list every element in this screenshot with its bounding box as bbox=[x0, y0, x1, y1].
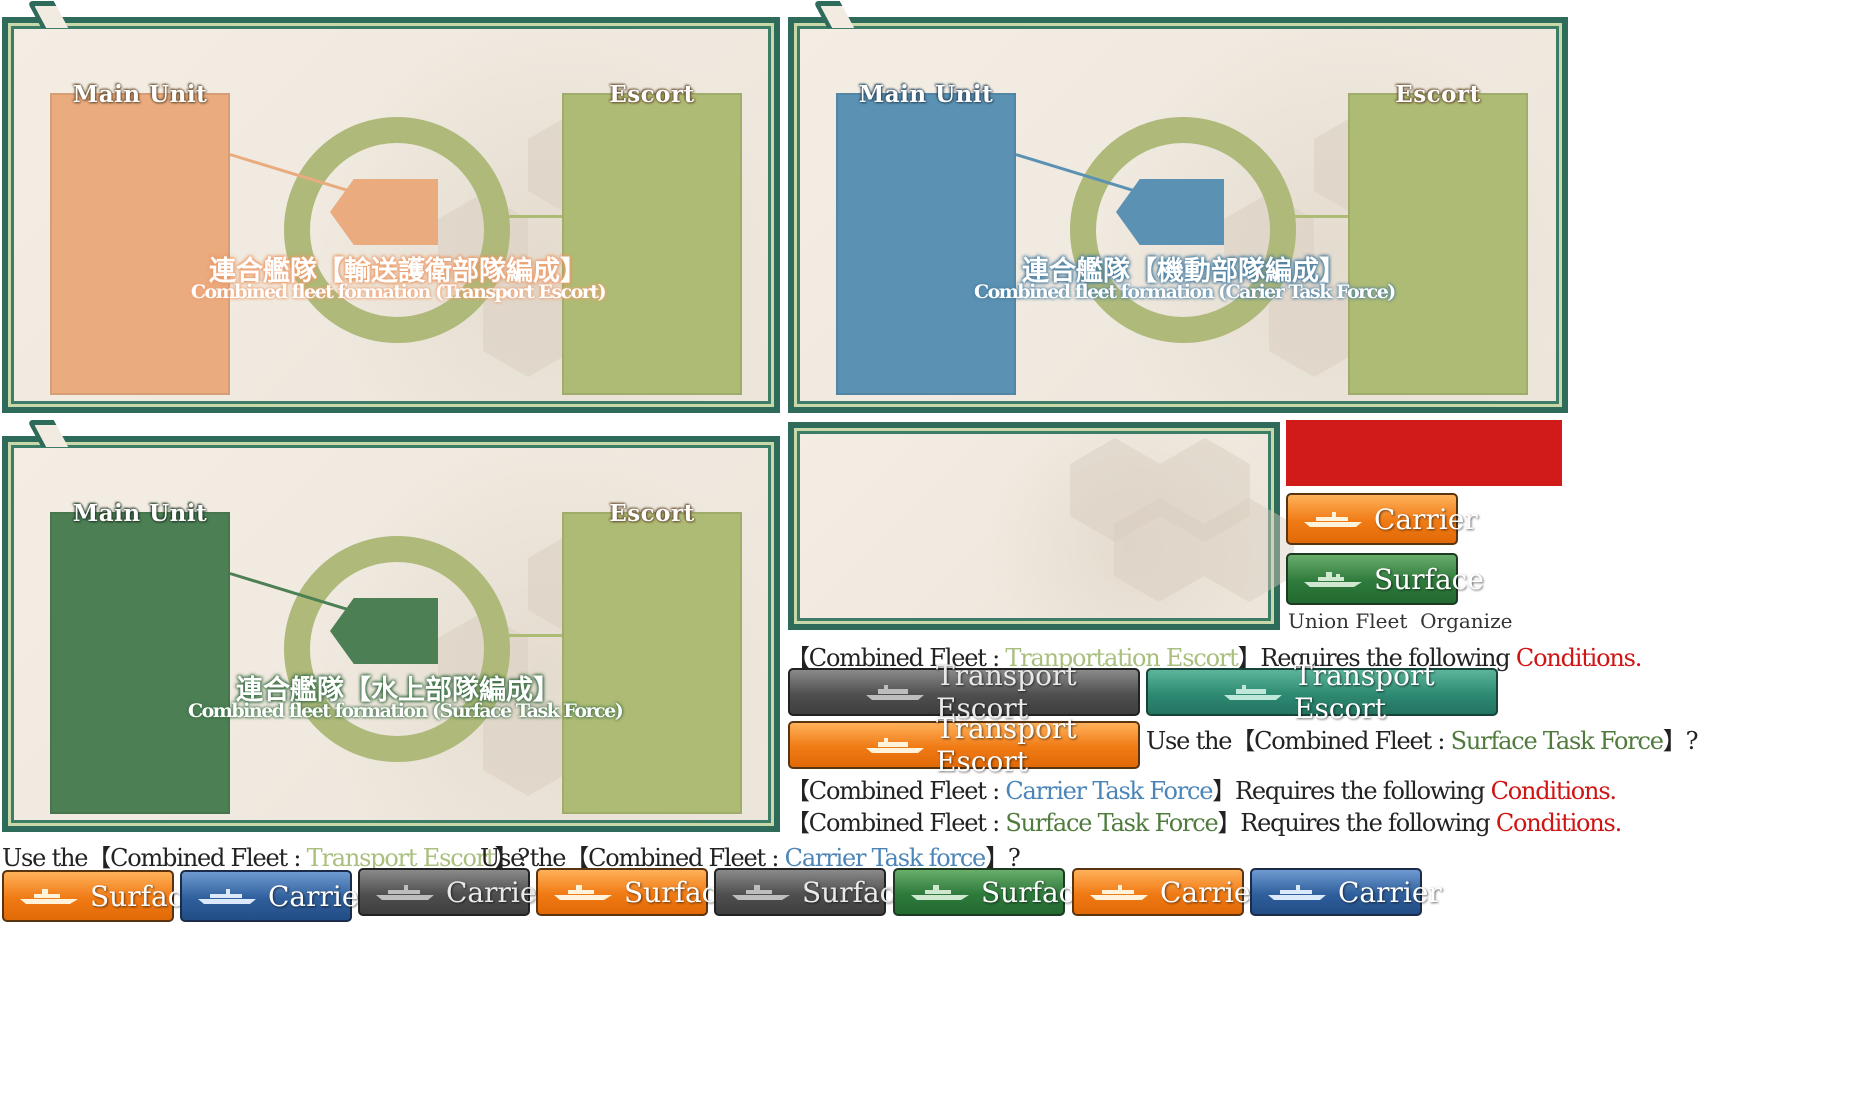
conditions-text: Conditions. bbox=[1490, 777, 1617, 805]
transport-escort-button-active[interactable]: Transport Escort bbox=[788, 712, 1140, 778]
formation-panel-carrier: Main Unit Escort 連合艦隊【機動部隊編成】 Combined f… bbox=[788, 1, 1568, 413]
surface-button[interactable]: Surface bbox=[1286, 553, 1484, 605]
carrier-button-blue[interactable]: Carrier bbox=[180, 870, 372, 922]
union-fleet-caption: Union Fleet Organize bbox=[1288, 609, 1513, 633]
surface-button-orange[interactable]: Surface bbox=[2, 870, 200, 922]
surface-use-question: Use the【Combined Fleet : Surface Task Fo… bbox=[1146, 721, 1699, 756]
carrier-label: Carrier bbox=[1374, 502, 1478, 536]
msg-suffix: 】Requires the following bbox=[1217, 809, 1496, 837]
surface-requirement-message: 【Combined Fleet : Surface Task Force】Req… bbox=[786, 803, 1622, 838]
carrier-button[interactable]: Carrier bbox=[1286, 493, 1478, 545]
main-unit-slot[interactable]: Main Unit bbox=[836, 81, 1016, 395]
escort-link-line bbox=[508, 215, 564, 218]
conditions-text: Conditions. bbox=[1515, 644, 1642, 672]
fleet-name-surface: Surface Task Force bbox=[1450, 727, 1664, 755]
speech-tab bbox=[26, 420, 69, 447]
speech-tab bbox=[26, 1, 69, 28]
escort-link-line bbox=[508, 634, 564, 637]
transport-escort-label: Transport Escort bbox=[936, 712, 1077, 778]
msg-suffix: 】? bbox=[1662, 727, 1699, 755]
msg-prefix: Use the【Combined Fleet : bbox=[1146, 727, 1451, 755]
transport-escort-button-selected[interactable]: Transport Escort bbox=[1146, 659, 1498, 725]
transport-ship-icon bbox=[1224, 685, 1282, 700]
carrier-button-orange[interactable]: Carrier bbox=[1072, 868, 1264, 916]
transport-escort-button-disabled[interactable]: Transport Escort bbox=[788, 659, 1140, 725]
formation-panel-surface: Main Unit Escort 連合艦隊【水上部隊編成】 Combined f… bbox=[2, 420, 780, 832]
ship-icon bbox=[1268, 885, 1326, 900]
formation-title-en: Combined fleet formation (Transport Esco… bbox=[190, 281, 607, 303]
ship-icon bbox=[911, 885, 969, 900]
button-label: Carrier bbox=[446, 875, 550, 909]
escort-slot[interactable]: Escort bbox=[562, 81, 742, 395]
main-unit-slot[interactable]: Main Unit bbox=[50, 500, 230, 814]
escort-label: Escort bbox=[609, 500, 695, 527]
ship-icon bbox=[20, 889, 78, 904]
button-label: Carrier bbox=[268, 879, 372, 913]
carrier-button-gray[interactable]: Carrier bbox=[358, 868, 550, 916]
empty-panel bbox=[788, 422, 1294, 630]
formation-panel-transport: Main Unit Escort 連合艦隊【輸送護衛部隊編成】 Combined… bbox=[2, 1, 780, 413]
main-unit-label: Main Unit bbox=[72, 500, 208, 527]
ship-icon bbox=[554, 885, 612, 900]
formation-title-en: Combined fleet formation (Carier Task Fo… bbox=[974, 281, 1396, 303]
surface-label: Surface bbox=[1374, 562, 1484, 596]
surface-button-orange[interactable]: Surface bbox=[536, 868, 734, 916]
surface-button-gray[interactable]: Surface bbox=[714, 868, 912, 916]
button-label: Carrier bbox=[1160, 875, 1264, 909]
button-label: Carrier bbox=[1338, 875, 1442, 909]
fleet-name-surface: Surface Task Force bbox=[1005, 809, 1218, 837]
surface-button-green[interactable]: Surface bbox=[893, 868, 1091, 916]
main-unit-slot[interactable]: Main Unit bbox=[50, 81, 230, 395]
ship-icon bbox=[732, 885, 790, 900]
fleet-name-carrier: Carrier Task Force bbox=[1005, 777, 1213, 805]
conditions-text: Conditions. bbox=[1495, 809, 1622, 837]
carrier-requirement-message: 【Combined Fleet : Carrier Task Force】Req… bbox=[786, 771, 1617, 806]
msg-prefix: 【Combined Fleet : bbox=[786, 809, 1006, 837]
main-unit-label: Main Unit bbox=[72, 81, 208, 108]
ship-icon bbox=[1090, 885, 1148, 900]
escort-slot[interactable]: Escort bbox=[1348, 81, 1528, 395]
escort-slot[interactable]: Escort bbox=[562, 500, 742, 814]
carrier-ship-icon bbox=[1304, 512, 1362, 527]
escort-link-line bbox=[1294, 215, 1350, 218]
transport-ship-icon bbox=[866, 685, 924, 700]
msg-suffix: 】Requires the following bbox=[1212, 777, 1491, 805]
main-unit-label: Main Unit bbox=[858, 81, 994, 108]
escort-label: Escort bbox=[1395, 81, 1481, 108]
formation-title-en: Combined fleet formation (Surface Task F… bbox=[188, 700, 624, 722]
speech-tab bbox=[812, 1, 855, 28]
ship-icon bbox=[376, 885, 434, 900]
carrier-button-blue[interactable]: Carrier bbox=[1250, 868, 1442, 916]
msg-prefix: 【Combined Fleet : bbox=[786, 777, 1006, 805]
surface-ship-icon bbox=[1304, 572, 1362, 587]
transport-ship-icon bbox=[866, 738, 924, 753]
red-block bbox=[1286, 420, 1562, 486]
escort-label: Escort bbox=[609, 81, 695, 108]
ship-icon bbox=[198, 889, 256, 904]
msg-prefix: Use the【Combined Fleet : bbox=[2, 844, 307, 872]
transport-escort-label: Transport Escort bbox=[1294, 659, 1435, 725]
